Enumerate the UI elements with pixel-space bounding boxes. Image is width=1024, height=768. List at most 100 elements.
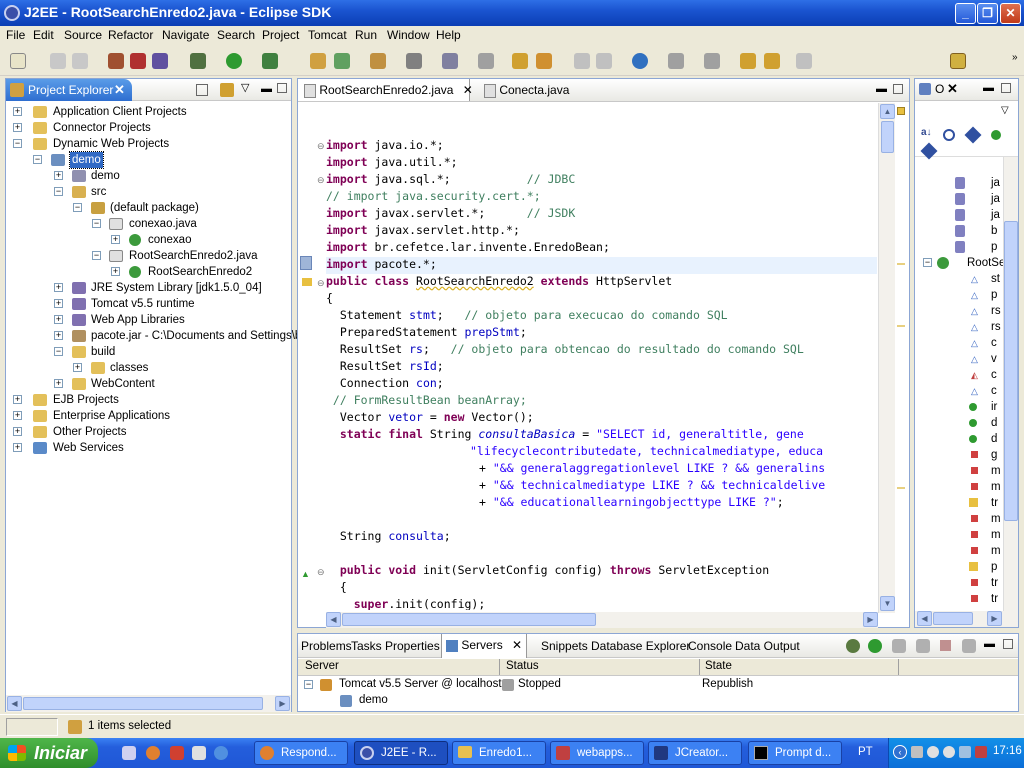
menu-file[interactable]: File	[6, 28, 25, 42]
disconnect-icon[interactable]	[962, 639, 976, 653]
tray-expand-icon[interactable]: ‹	[893, 745, 907, 759]
task-enredo[interactable]: Enredo1...	[452, 741, 546, 765]
task-icon[interactable]	[406, 53, 422, 69]
scroll-left-icon[interactable]: ◀	[7, 696, 22, 711]
close-icon[interactable]: ✕	[114, 82, 125, 98]
tool-icon[interactable]	[152, 53, 168, 69]
tray-security-icon[interactable]	[975, 746, 987, 758]
publish-icon[interactable]	[916, 639, 930, 653]
tab-rootsearchenredo2[interactable]: RootSearchEnredo2.java ✕	[298, 79, 473, 101]
tab-tasks[interactable]: Tasks	[348, 635, 385, 657]
open-perspective-icon[interactable]	[950, 53, 966, 69]
scroll-thumb[interactable]	[1004, 221, 1018, 521]
bug-icon[interactable]	[190, 53, 206, 69]
scroll-thumb[interactable]	[342, 613, 596, 626]
scroll-left-icon[interactable]: ◀	[326, 612, 341, 627]
start-server-icon[interactable]	[868, 639, 882, 653]
minimize-view-icon[interactable]: ▬	[983, 82, 994, 94]
profile-server-icon[interactable]	[892, 639, 906, 653]
menu-help[interactable]: Help	[436, 28, 461, 42]
edit-icon[interactable]	[574, 53, 590, 69]
run-icon[interactable]	[226, 53, 242, 69]
scroll-right-icon[interactable]: ▶	[863, 612, 878, 627]
minimize-view-icon[interactable]: ▬	[261, 83, 272, 95]
tab-conecta[interactable]: Conecta.java	[478, 79, 575, 101]
scroll-up-icon[interactable]: ▲	[880, 104, 895, 119]
stop-server-icon[interactable]	[940, 640, 951, 651]
col-state[interactable]: State	[705, 660, 732, 672]
copy-icon[interactable]	[596, 53, 612, 69]
new-project-icon[interactable]	[310, 53, 326, 69]
view-menu-icon[interactable]: ▽	[241, 81, 249, 94]
tab-properties[interactable]: Properties	[382, 635, 443, 657]
scroll-thumb[interactable]	[881, 121, 894, 153]
fold-icon[interactable]: ⊖	[317, 141, 325, 152]
minimize-view-icon[interactable]: ▬	[876, 83, 887, 95]
explorer-hscroll[interactable]: ◀ ▶	[6, 695, 291, 712]
pencil-icon[interactable]	[536, 53, 552, 69]
menu-run[interactable]: Run	[355, 28, 377, 42]
fold-icon[interactable]: ⊖	[317, 567, 325, 578]
external-tools-icon[interactable]	[262, 53, 278, 69]
fold-icon[interactable]: ⊖	[317, 175, 325, 186]
hide-nonpublic-icon[interactable]	[991, 130, 1001, 140]
outline-hscroll[interactable]: ◀ ▶	[915, 611, 1018, 627]
close-button[interactable]: ✕	[1000, 3, 1021, 24]
menu-tomcat[interactable]: Tomcat	[308, 28, 347, 42]
scroll-down-icon[interactable]: ▼	[880, 596, 895, 611]
start-button[interactable]: Iniciar	[0, 738, 98, 768]
new-icon[interactable]	[10, 53, 26, 69]
menu-source[interactable]: Source	[64, 28, 102, 42]
print-icon[interactable]	[72, 53, 88, 69]
prev-annotation-icon[interactable]	[704, 53, 720, 69]
open-folder-icon[interactable]	[512, 53, 528, 69]
tab-data-output[interactable]: Data Output	[732, 635, 803, 657]
menu-navigate[interactable]: Navigate	[162, 28, 209, 42]
close-icon[interactable]: ✕	[512, 638, 522, 652]
open-type-icon[interactable]	[370, 53, 386, 69]
opera-icon[interactable]	[170, 746, 184, 760]
hide-local-types-icon[interactable]	[920, 142, 938, 160]
back-icon[interactable]	[764, 53, 780, 69]
scroll-right-icon[interactable]: ▶	[275, 696, 290, 711]
tab-snippets[interactable]: Snippets	[538, 635, 591, 657]
tray-volume-icon[interactable]	[959, 746, 971, 758]
doc-icon[interactable]	[478, 53, 494, 69]
task-respond[interactable]: Respond...	[254, 741, 348, 765]
last-edit-icon[interactable]	[740, 53, 756, 69]
tab-servers[interactable]: Servers ✕	[441, 634, 528, 658]
tab-console[interactable]: Console	[685, 635, 735, 657]
editor-vscroll[interactable]: ▲ ▼	[878, 103, 895, 613]
scroll-left-icon[interactable]: ◀	[917, 611, 932, 626]
fast-view-area[interactable]	[6, 718, 58, 736]
remove-tool-icon[interactable]	[130, 53, 146, 69]
sort-icon[interactable]: a↓	[921, 127, 932, 138]
minimize-view-icon[interactable]: ▬	[984, 638, 995, 650]
show-desktop-icon[interactable]	[122, 746, 136, 760]
chevron-icon[interactable]: »	[1012, 52, 1018, 63]
menu-window[interactable]: Window	[387, 28, 430, 42]
task-prompt[interactable]: Prompt d...	[748, 741, 842, 765]
firefox-icon[interactable]	[146, 746, 160, 760]
task-jcreator[interactable]: JCreator...	[648, 741, 742, 765]
tray-balloon-icon[interactable]	[943, 746, 955, 758]
new-class-icon[interactable]	[334, 53, 350, 69]
close-icon[interactable]: ✕	[463, 83, 473, 97]
table-row[interactable]: − Tomcat v5.5 Server @ localhost Stopped…	[298, 677, 1018, 693]
minimize-button[interactable]: _	[955, 3, 976, 24]
link-editor-icon[interactable]	[220, 83, 234, 97]
table-row[interactable]: demo	[298, 693, 1018, 709]
close-icon[interactable]: ✕	[947, 81, 958, 97]
save-icon[interactable]	[50, 53, 66, 69]
col-status[interactable]: Status	[506, 660, 539, 672]
next-annotation-icon[interactable]	[668, 53, 684, 69]
tray-network-icon[interactable]	[911, 746, 923, 758]
menu-edit[interactable]: Edit	[33, 28, 54, 42]
menu-search[interactable]: Search	[217, 28, 255, 42]
scroll-right-icon[interactable]: ▶	[987, 611, 1002, 626]
debug-tool-icon[interactable]	[108, 53, 124, 69]
debug-server-icon[interactable]	[846, 639, 860, 653]
hide-static-icon[interactable]	[964, 126, 982, 144]
tab-problems[interactable]: Problems	[298, 635, 355, 657]
menu-refactor[interactable]: Refactor	[108, 28, 153, 42]
